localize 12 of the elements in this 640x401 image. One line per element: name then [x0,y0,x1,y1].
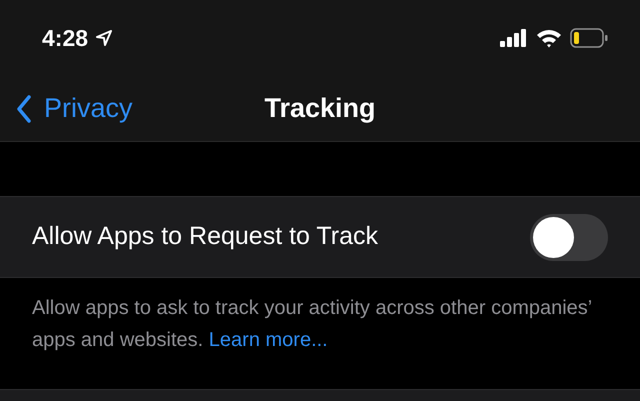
battery-icon [570,28,608,48]
page-title: Tracking [264,92,376,126]
toggle-switch[interactable] [530,214,608,260]
wifi-icon [536,28,562,48]
learn-more-link[interactable]: Learn more... [208,329,328,351]
status-time: 4:28 [42,24,88,53]
footer-text: Allow apps to ask to track your activity across other companies’ apps and websites. Learn more... [32,296,592,353]
setting-label: Allow Apps to Request to Track [32,221,378,252]
chevron-left-icon [16,94,32,122]
back-button[interactable]: Privacy [0,88,133,129]
location-arrow-icon [96,30,112,46]
signal-icon [500,29,528,47]
